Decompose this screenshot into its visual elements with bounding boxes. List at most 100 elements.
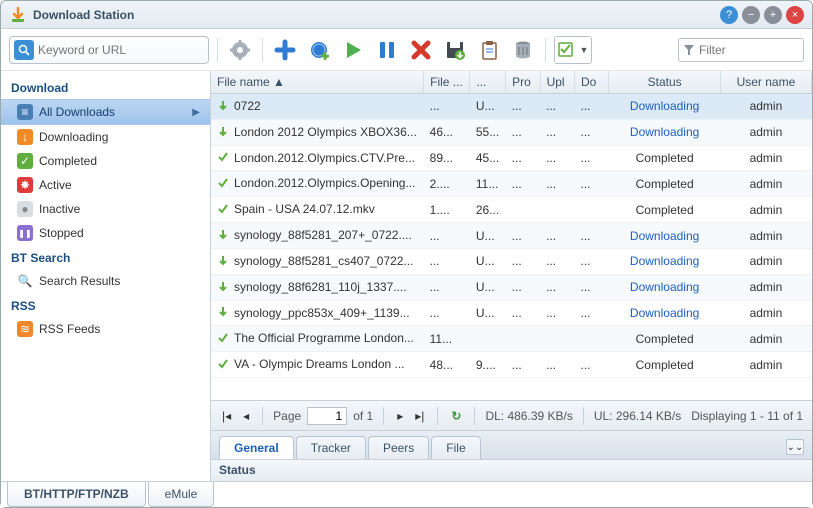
next-page-button[interactable]: ▸ bbox=[394, 409, 406, 423]
table-row[interactable]: synology_88f6281_110j_1337.......U......… bbox=[211, 274, 812, 300]
download-arrow-icon bbox=[217, 255, 231, 269]
cell: ... bbox=[506, 94, 540, 120]
user-cell: admin bbox=[720, 326, 811, 352]
prev-page-button[interactable]: ◂ bbox=[240, 409, 252, 423]
table-row[interactable]: London 2012 Olympics XBOX36...46...55...… bbox=[211, 119, 812, 145]
sidebar-item-inactive[interactable]: ●Inactive bbox=[1, 197, 210, 221]
cell: 55... bbox=[470, 119, 506, 145]
cell: ... bbox=[506, 119, 540, 145]
cell: ... bbox=[540, 171, 574, 197]
table-row[interactable]: The Official Programme London...11...Com… bbox=[211, 326, 812, 352]
status-cell: Downloading bbox=[609, 223, 720, 249]
file-name: London.2012.Olympics.Opening... bbox=[234, 176, 415, 190]
column-header[interactable]: User name bbox=[720, 71, 811, 94]
cell bbox=[575, 197, 609, 223]
table-row[interactable]: synology_88f5281_cs407_0722......U......… bbox=[211, 248, 812, 274]
burst-icon: ✸ bbox=[17, 177, 33, 193]
table-row[interactable]: 0722...U............Downloadingadmin bbox=[211, 94, 812, 120]
cell: U... bbox=[470, 223, 506, 249]
filter-box[interactable] bbox=[678, 38, 804, 62]
cell: ... bbox=[506, 274, 540, 300]
refresh-button[interactable]: ↻ bbox=[448, 409, 464, 423]
add-button[interactable] bbox=[271, 36, 299, 64]
check-icon bbox=[217, 203, 231, 217]
cell: 26... bbox=[470, 197, 506, 223]
minimize-button[interactable]: − bbox=[742, 6, 760, 24]
last-page-button[interactable]: ▸| bbox=[412, 409, 427, 423]
column-header[interactable]: File name ▲ bbox=[211, 71, 424, 94]
delete-button[interactable] bbox=[407, 36, 435, 64]
cell: ... bbox=[540, 352, 574, 378]
user-cell: admin bbox=[720, 300, 811, 326]
pause-button[interactable] bbox=[373, 36, 401, 64]
sidebar-section-header: RSS bbox=[1, 293, 210, 317]
clipboard-button[interactable] bbox=[475, 36, 503, 64]
settings-button[interactable] bbox=[226, 36, 254, 64]
status-cell: Completed bbox=[609, 352, 720, 378]
cell: 11... bbox=[424, 326, 470, 352]
tab-file[interactable]: File bbox=[431, 436, 480, 459]
sidebar-item-completed[interactable]: ✓Completed bbox=[1, 149, 210, 173]
sidebar-item-label: Inactive bbox=[39, 202, 80, 216]
column-header[interactable]: ... bbox=[470, 71, 506, 94]
table-row[interactable]: VA - Olympic Dreams London ...48...9....… bbox=[211, 352, 812, 378]
ul-speed: UL: 296.14 KB/s bbox=[594, 409, 681, 423]
sidebar-item-active[interactable]: ✸Active bbox=[1, 173, 210, 197]
download-arrow-icon bbox=[217, 126, 231, 140]
check-icon bbox=[217, 332, 231, 346]
save-button[interactable] bbox=[441, 36, 469, 64]
column-header[interactable]: Upl bbox=[540, 71, 574, 94]
sidebar: Download≡All Downloads▶↓Downloading✓Comp… bbox=[1, 71, 211, 481]
search-box[interactable] bbox=[9, 36, 209, 64]
pager: |◂ ◂ Page of 1 ▸ ▸| ↻ DL: 486.39 KB/s UL… bbox=[211, 401, 812, 431]
table-row[interactable]: synology_ppc853x_409+_1139......U.......… bbox=[211, 300, 812, 326]
file-name: 0722 bbox=[234, 99, 261, 113]
cell bbox=[506, 197, 540, 223]
file-name: London.2012.Olympics.CTV.Pre... bbox=[234, 151, 415, 165]
add-url-button[interactable] bbox=[305, 36, 333, 64]
start-button[interactable] bbox=[339, 36, 367, 64]
user-cell: admin bbox=[720, 248, 811, 274]
cell: ... bbox=[575, 171, 609, 197]
download-grid[interactable]: File name ▲File ......ProUplDoStatusUser… bbox=[211, 71, 812, 401]
protocol-tab-emule[interactable]: eMule bbox=[148, 482, 215, 507]
first-page-button[interactable]: |◂ bbox=[219, 409, 234, 423]
table-row[interactable]: Spain - USA 24.07.12.mkv1....26...Comple… bbox=[211, 197, 812, 223]
page-input[interactable] bbox=[307, 407, 347, 425]
close-button[interactable]: × bbox=[786, 6, 804, 24]
maximize-button[interactable]: + bbox=[764, 6, 782, 24]
filter-input[interactable] bbox=[699, 43, 799, 57]
sidebar-item-rss-feeds[interactable]: ≋RSS Feeds bbox=[1, 317, 210, 341]
column-header[interactable]: File ... bbox=[424, 71, 470, 94]
sidebar-item-stopped[interactable]: ❚❚Stopped bbox=[1, 221, 210, 245]
tab-peers[interactable]: Peers bbox=[368, 436, 429, 459]
tab-general[interactable]: General bbox=[219, 436, 294, 459]
check-icon bbox=[217, 177, 231, 191]
cell: ... bbox=[424, 223, 470, 249]
clear-button[interactable] bbox=[509, 36, 537, 64]
status-cell: Downloading bbox=[609, 94, 720, 120]
column-header[interactable]: Pro bbox=[506, 71, 540, 94]
pause-icon: ❚❚ bbox=[17, 225, 33, 241]
table-row[interactable]: London.2012.Olympics.Opening...2....11..… bbox=[211, 171, 812, 197]
sidebar-item-label: Downloading bbox=[39, 130, 108, 144]
help-button[interactable]: ? bbox=[720, 6, 738, 24]
file-name: London 2012 Olympics XBOX36... bbox=[234, 125, 417, 139]
main-panel: File name ▲File ......ProUplDoStatusUser… bbox=[211, 71, 812, 481]
table-row[interactable]: synology_88f5281_207+_0722.......U......… bbox=[211, 223, 812, 249]
check-icon bbox=[217, 358, 231, 372]
search-input[interactable] bbox=[38, 43, 198, 57]
cell: ... bbox=[575, 223, 609, 249]
tab-tracker[interactable]: Tracker bbox=[296, 436, 366, 459]
cell: 11... bbox=[470, 171, 506, 197]
sidebar-item-downloading[interactable]: ↓Downloading bbox=[1, 125, 210, 149]
protocol-tab-bt-http-ftp-nzb[interactable]: BT/HTTP/FTP/NZB bbox=[7, 482, 146, 507]
collapse-button[interactable]: ⌄⌄ bbox=[786, 439, 804, 455]
download-arrow-icon bbox=[217, 281, 231, 295]
view-menu-button[interactable]: ▼ bbox=[554, 36, 592, 64]
column-header[interactable]: Do bbox=[575, 71, 609, 94]
table-row[interactable]: London.2012.Olympics.CTV.Pre...89...45..… bbox=[211, 145, 812, 171]
column-header[interactable]: Status bbox=[609, 71, 720, 94]
sidebar-item-search-results[interactable]: 🔍Search Results bbox=[1, 269, 210, 293]
sidebar-item-all-downloads[interactable]: ≡All Downloads▶ bbox=[1, 99, 210, 125]
